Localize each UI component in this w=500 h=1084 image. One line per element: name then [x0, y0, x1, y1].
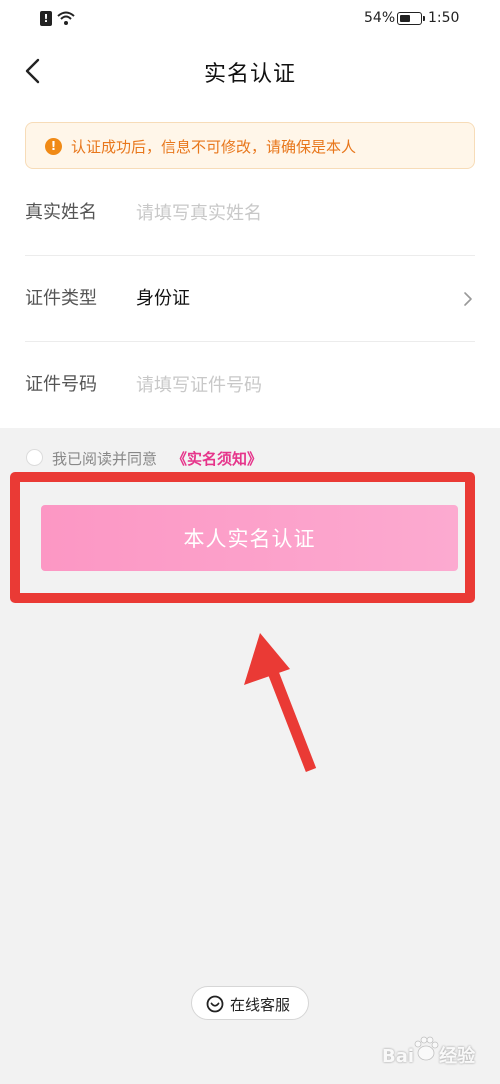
battery-fill	[399, 14, 410, 22]
id-number-label: 证件号码	[25, 374, 97, 395]
id-type-value: 身份证	[136, 288, 190, 309]
agreement-checkbox[interactable]	[26, 449, 43, 466]
name-row: 真实姓名	[25, 170, 475, 256]
submit-verification-button[interactable]: 本人实名认证	[41, 505, 458, 571]
agreement-text: 我已阅读并同意	[52, 450, 158, 468]
notice-banner: ! 认证成功后，信息不可修改，请确保是本人	[25, 122, 475, 169]
customer-service-label: 在线客服	[230, 996, 291, 1014]
wifi-icon	[57, 11, 75, 25]
id-type-label: 证件类型	[25, 288, 97, 309]
annotation-arrow-icon	[244, 633, 317, 772]
watermark-text: Bai 经验	[382, 1046, 476, 1067]
battery-icon	[397, 12, 425, 25]
agreement-link[interactable]: 《实名须知》	[172, 448, 262, 469]
info-icon: !	[45, 138, 62, 155]
sim-alert-icon: !	[40, 11, 52, 26]
clock: 1:50	[428, 10, 460, 26]
battery-percent: 54%	[364, 10, 396, 26]
baidu-jingyan-watermark: Bai 经验	[382, 1034, 494, 1074]
name-label: 真实姓名	[25, 202, 97, 223]
name-input[interactable]	[136, 198, 436, 228]
notice-text: 认证成功后，信息不可修改，请确保是本人	[71, 138, 357, 156]
id-number-input[interactable]	[136, 370, 436, 400]
id-number-row: 证件号码	[25, 342, 475, 428]
customer-service-button[interactable]: 在线客服	[191, 986, 309, 1020]
status-bar: ! 54% 1:50	[0, 0, 500, 38]
smile-chat-icon	[206, 995, 224, 1013]
id-type-row[interactable]: 证件类型 身份证	[25, 256, 475, 342]
page-title: 实名认证	[203, 62, 296, 87]
chevron-right-icon	[464, 292, 472, 306]
